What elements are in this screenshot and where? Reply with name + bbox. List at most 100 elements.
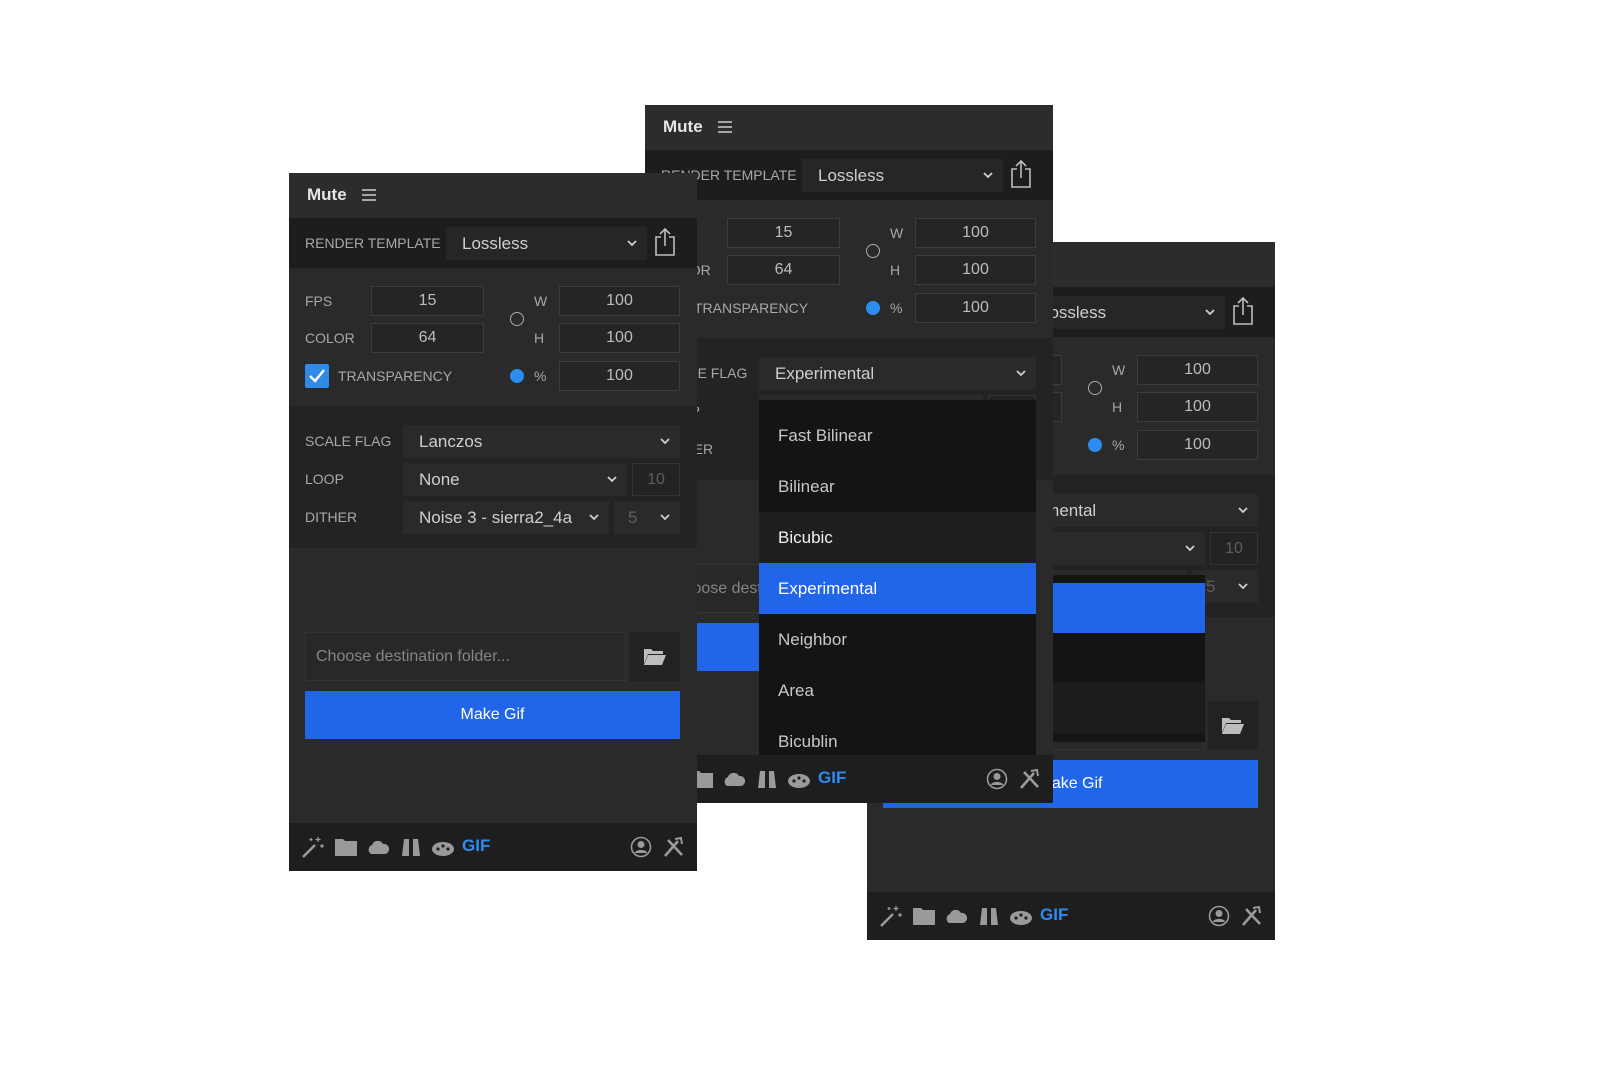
- scale-flag-option[interactable]: Fast Bilinear: [759, 410, 1036, 461]
- color-input[interactable]: 64: [727, 255, 840, 285]
- fps-label: FPS: [305, 293, 333, 309]
- dither-level-select[interactable]: 5: [614, 501, 680, 534]
- width-label: W: [890, 225, 904, 241]
- palette-icon[interactable]: [787, 768, 811, 790]
- hamburger-menu-icon[interactable]: [718, 121, 732, 133]
- binoculars-icon[interactable]: [755, 768, 779, 790]
- size-mode-percent-radio[interactable]: [1088, 438, 1102, 452]
- size-mode-wh-radio[interactable]: [1088, 381, 1102, 395]
- width-label: W: [1112, 362, 1126, 378]
- color-input[interactable]: 64: [371, 323, 484, 353]
- color-label: COLOR: [305, 330, 355, 346]
- width-input[interactable]: 100: [1137, 355, 1258, 385]
- folder-icon[interactable]: [334, 836, 358, 858]
- share-export-icon[interactable]: [1009, 159, 1033, 189]
- percent-label: %: [534, 368, 547, 384]
- render-template-value: Lossless: [462, 234, 529, 253]
- transparency-checkbox[interactable]: [305, 364, 329, 388]
- height-input[interactable]: 100: [1137, 392, 1258, 422]
- scale-flag-option[interactable]: Bilinear: [759, 461, 1036, 512]
- height-label: H: [890, 262, 901, 278]
- dither-select[interactable]: Noise 3 - sierra2_4a: [403, 501, 609, 534]
- percent-input[interactable]: 100: [915, 293, 1036, 323]
- size-mode-wh-radio[interactable]: [510, 312, 524, 326]
- scale-flag-select[interactable]: Lanczos: [403, 425, 680, 458]
- make-gif-button[interactable]: Make Gif: [305, 691, 680, 739]
- width-label: W: [534, 293, 548, 309]
- chevron-down-icon: [607, 476, 617, 483]
- user-account-icon[interactable]: [1207, 905, 1231, 927]
- chevron-down-icon: [627, 240, 637, 247]
- scale-flag-option[interactable]: Bicubic: [759, 512, 1036, 563]
- tools-settings-icon[interactable]: [1018, 768, 1042, 790]
- render-template-select[interactable]: Lossless: [1024, 296, 1225, 329]
- user-account-icon[interactable]: [629, 836, 653, 858]
- loop-count-input[interactable]: 10: [632, 463, 680, 496]
- share-export-icon[interactable]: [1231, 296, 1255, 326]
- loop-select[interactable]: None: [403, 463, 627, 496]
- gif-tab[interactable]: GIF: [462, 836, 490, 856]
- height-input[interactable]: 100: [559, 323, 680, 353]
- chevron-down-icon: [983, 172, 993, 179]
- scale-flag-dropdown-menu: Fast Bilinear Bilinear Bicubic Experimental…: [759, 400, 1036, 755]
- browse-folder-button[interactable]: [630, 632, 680, 681]
- loop-count-input[interactable]: 10: [1210, 532, 1258, 565]
- percent-label: %: [1112, 437, 1125, 453]
- scale-flag-option[interactable]: Area: [759, 665, 1036, 716]
- magic-wand-icon[interactable]: [879, 905, 903, 927]
- render-template-value: Lossless: [818, 166, 885, 185]
- destination-folder-input[interactable]: Choose destination folder...: [305, 632, 626, 681]
- percent-input[interactable]: 100: [559, 361, 680, 391]
- gif-tab[interactable]: GIF: [818, 768, 846, 788]
- percent-label: %: [890, 300, 903, 316]
- render-template-select[interactable]: Lossless: [446, 227, 647, 260]
- height-label: H: [534, 330, 545, 346]
- fps-input[interactable]: 15: [727, 218, 840, 248]
- hamburger-menu-icon[interactable]: [362, 189, 376, 201]
- palette-icon[interactable]: [431, 836, 455, 858]
- scale-flag-label: SCALE FLAG: [305, 433, 392, 449]
- scale-flag-option[interactable]: Neighbor: [759, 614, 1036, 665]
- binoculars-icon[interactable]: [399, 836, 423, 858]
- cloud-icon[interactable]: [366, 836, 390, 858]
- percent-input[interactable]: 100: [1137, 430, 1258, 460]
- cloud-icon[interactable]: [944, 905, 968, 927]
- render-template-select[interactable]: Lossless: [802, 159, 1003, 192]
- browse-folder-button[interactable]: [1208, 701, 1258, 750]
- mute-panel-1: Mute RENDER TEMPLATE Lossless FPS 15 COL…: [289, 173, 697, 871]
- width-input[interactable]: 100: [915, 218, 1036, 248]
- dither-level-value: 5: [628, 508, 638, 527]
- tools-settings-icon[interactable]: [662, 836, 686, 858]
- tools-settings-icon[interactable]: [1240, 905, 1264, 927]
- chevron-down-icon: [1205, 309, 1215, 316]
- user-account-icon[interactable]: [985, 768, 1009, 790]
- share-export-icon[interactable]: [653, 227, 677, 257]
- transparency-label: TRANSPARENCY: [338, 368, 453, 384]
- chevron-down-icon: [1238, 507, 1248, 514]
- scale-flag-option[interactable]: Experimental: [759, 563, 1036, 614]
- scale-flag-option[interactable]: Bicublin: [759, 716, 1036, 755]
- scale-flag-value: Lanczos: [419, 432, 483, 451]
- size-mode-percent-radio[interactable]: [866, 301, 880, 315]
- dither-label: DITHER: [305, 509, 358, 525]
- folder-icon[interactable]: [912, 905, 936, 927]
- panel-header: Mute: [645, 105, 1053, 150]
- height-input[interactable]: 100: [915, 255, 1036, 285]
- scale-flag-select[interactable]: Experimental: [759, 357, 1036, 390]
- size-mode-wh-radio[interactable]: [866, 244, 880, 258]
- width-input[interactable]: 100: [559, 286, 680, 316]
- chevron-down-icon: [1016, 370, 1026, 377]
- open-folder-icon: [1222, 718, 1244, 734]
- size-mode-percent-radio[interactable]: [510, 369, 524, 383]
- cloud-icon[interactable]: [722, 768, 746, 790]
- fps-input[interactable]: 15: [371, 286, 484, 316]
- transparency-label: TRANSPARENCY: [694, 300, 809, 316]
- palette-icon[interactable]: [1009, 905, 1033, 927]
- gif-tab[interactable]: GIF: [1040, 905, 1068, 925]
- binoculars-icon[interactable]: [977, 905, 1001, 927]
- chevron-down-icon: [660, 438, 670, 445]
- panel-title: Mute: [663, 117, 703, 136]
- scale-flag-value: Experimental: [775, 364, 875, 383]
- chevron-down-icon: [1238, 583, 1248, 590]
- magic-wand-icon[interactable]: [301, 836, 325, 858]
